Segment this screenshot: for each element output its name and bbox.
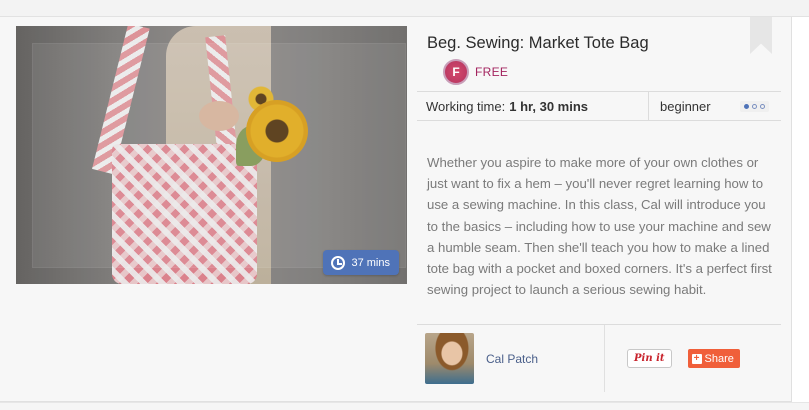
class-meta-row: Working time: 1 hr, 30 mins beginner [417, 91, 781, 121]
author-name[interactable]: Cal Patch [486, 352, 538, 366]
avatar[interactable] [425, 333, 474, 384]
class-title[interactable]: Beg. Sewing: Market Tote Bag [427, 34, 649, 53]
skill-level: beginner [649, 92, 781, 120]
photo-hover-overlay [32, 43, 406, 268]
clock-icon [331, 255, 346, 270]
author-block[interactable]: Cal Patch [417, 325, 605, 392]
pin-it-button[interactable]: Pin it [627, 349, 672, 368]
bottom-divider [0, 402, 809, 410]
working-time-label: Working time: [426, 98, 506, 114]
share-button-label: Share [704, 352, 734, 365]
working-time: Working time: 1 hr, 30 mins [417, 92, 649, 120]
top-divider [0, 0, 809, 17]
duration-badge: 37 mins [323, 250, 399, 275]
duration-text: 37 mins [351, 256, 390, 269]
plus-icon: + [691, 353, 702, 364]
price-row: F FREE [443, 59, 508, 85]
level-dot [760, 103, 765, 109]
skill-level-label: beginner [660, 98, 711, 114]
price-badge: F [443, 59, 469, 85]
working-time-value: 1 hr, 30 mins [509, 98, 588, 114]
class-thumbnail[interactable]: 37 mins [16, 26, 407, 284]
share-button[interactable]: + Share [687, 349, 740, 368]
bookmark-icon[interactable] [750, 17, 772, 54]
skill-level-indicator [740, 100, 769, 112]
share-actions: Pin it + Share [605, 325, 781, 392]
level-dot [752, 103, 757, 109]
price-label: FREE [475, 65, 509, 79]
level-dot [744, 103, 749, 109]
card-footer: Cal Patch Pin it + Share [417, 324, 781, 392]
class-description: Whether you aspire to make more of your … [427, 155, 772, 298]
class-card: 37 mins Beg. Sewing: Market Tote Bag F F… [0, 17, 792, 402]
